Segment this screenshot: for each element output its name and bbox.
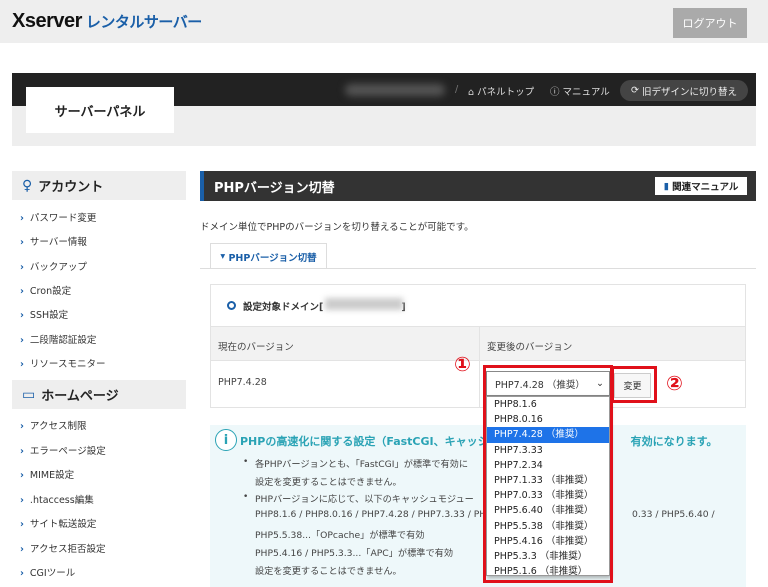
panel-title: サーバーパネル [26, 87, 174, 133]
sidebar-item[interactable]: エラーページ設定 [20, 443, 106, 457]
info-text: PHP5.4.16 / PHP5.3.3...「APC」が標準で有効 [255, 548, 454, 559]
sidebar-item[interactable]: アクセス拒否設定 [20, 541, 106, 555]
tab-divider [200, 268, 756, 269]
panel-top-link[interactable]: ⌂ パネルトップ [468, 84, 534, 98]
column-divider [479, 326, 480, 407]
info-icon: i [215, 429, 237, 451]
logout-button[interactable]: ログアウト [673, 8, 747, 38]
annotation-number-2: ② [666, 371, 683, 395]
info-text: 設定を変更することはできません。 [255, 566, 402, 577]
info-text: PHP8.1.6 / PHP8.0.16 / PHP7.4.28 / PHP7.… [255, 509, 487, 520]
sidebar-item[interactable]: 二段階認証設定 [20, 332, 97, 346]
tab-php-version[interactable]: ▾ PHPバージョン切替 [210, 243, 327, 269]
book-icon: ▮ [663, 180, 673, 192]
bullet: • [243, 457, 249, 467]
sidebar-item[interactable]: CGIツール [20, 565, 75, 579]
sidebar-item[interactable]: サーバー情報 [20, 234, 87, 248]
description: ドメイン単位でPHPのバージョンを切り替えることが可能です。 [200, 222, 474, 233]
circle-icon [227, 301, 236, 310]
info-title: PHPの高速化に関する設定（FastCGI、キャッシ 有効になります。 [240, 435, 718, 448]
info-text: PHPバージョンに応じて、以下のキャッシュモジュー [255, 494, 474, 505]
col-current-version: 現在のバージョン [218, 342, 294, 353]
old-design-button[interactable]: ⟳ 旧デザインに切り替え [620, 80, 748, 101]
sidebar-item[interactable]: アクセス制限 [20, 418, 87, 432]
annotation-number-1: ① [454, 352, 471, 376]
sidebar-item[interactable]: SSH設定 [20, 307, 68, 321]
sidebar-item[interactable]: サイト転送設定 [20, 516, 97, 530]
separator: / [455, 84, 459, 95]
home-icon: ⌂ [468, 87, 478, 98]
xserver-logo[interactable]: Xserver レンタルサーバー [12, 10, 202, 33]
sidebar-item[interactable]: パスワード変更 [20, 210, 97, 224]
sidebar-item[interactable]: リソースモニター [20, 356, 106, 370]
help-icon: ⓘ [550, 87, 563, 98]
info-text: PHP5.5.38...「OPcache」が標準で有効 [255, 530, 425, 541]
user-icon: ♀ [22, 177, 33, 194]
col-new-version: 変更後のバージョン [487, 342, 573, 353]
sidebar-item[interactable]: .htaccess編集 [20, 492, 94, 506]
blurred-account-name [345, 84, 445, 96]
info-text: 設定を変更することはできません。 [255, 477, 402, 488]
annotation-box-button [611, 366, 657, 403]
bullet: • [243, 492, 249, 502]
annotation-box-select [483, 365, 613, 583]
chevron-down-icon: ▾ [220, 251, 229, 262]
current-version-value: PHP7.4.28 [218, 377, 267, 388]
refresh-icon: ⟳ [631, 85, 642, 96]
sidebar-section-account: ♀ アカウント [12, 171, 186, 200]
related-manual-button[interactable]: ▮ 関連マニュアル [655, 177, 747, 195]
sidebar-item[interactable]: バックアップ [20, 259, 87, 273]
blurred-domain [325, 298, 403, 310]
sidebar-section-homepage: ▭ ホームページ [12, 380, 186, 409]
manual-link[interactable]: ⓘ マニュアル [550, 84, 610, 98]
info-text: 0.33 / PHP5.6.40 / [632, 509, 715, 520]
sidebar-item[interactable]: Cron設定 [20, 283, 71, 297]
window-icon: ▭ [22, 386, 36, 403]
sidebar-item[interactable]: MIME設定 [20, 467, 74, 481]
info-text: 各PHPバージョンとも、「FastCGI」が標準で有効に [255, 459, 469, 470]
